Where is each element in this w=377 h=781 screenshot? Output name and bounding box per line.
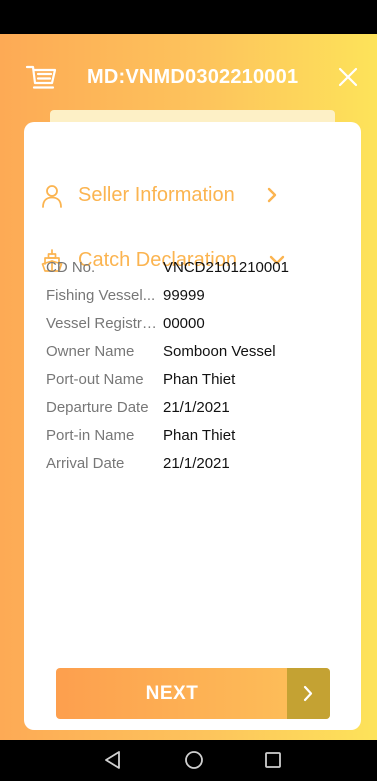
field-value: Somboon Vessel [163, 343, 276, 360]
field-label: Owner Name [46, 343, 135, 360]
field-row: Port-out Name Phan Thiet [46, 367, 346, 395]
catch-declaration-fields: CD No. VNCD2101210001 Fishing Vessel... … [46, 255, 346, 479]
field-value: Phan Thiet [163, 427, 236, 444]
field-row: Arrival Date 21/1/2021 [46, 451, 346, 479]
field-value: VNCD2101210001 [163, 259, 289, 276]
home-circle-icon[interactable] [183, 749, 205, 771]
next-arrow-box [287, 668, 330, 719]
close-icon[interactable] [338, 67, 358, 87]
field-label: Vessel Registra... [46, 315, 160, 332]
recents-square-icon[interactable] [262, 749, 284, 771]
field-row: Port-in Name Phan Thiet [46, 423, 346, 451]
field-row: Vessel Registra... 00000 [46, 311, 346, 339]
phone-screen: MD:VNMD0302210001 Seller Information Cat… [0, 0, 377, 781]
field-value: 00000 [163, 315, 205, 332]
back-triangle-icon[interactable] [102, 749, 124, 771]
field-label: Fishing Vessel... [46, 287, 156, 304]
field-label: CD No. [46, 259, 96, 276]
field-value: 99999 [163, 287, 205, 304]
cart-icon[interactable] [25, 63, 57, 91]
field-row: Owner Name Somboon Vessel [46, 339, 346, 367]
section-seller-information[interactable]: Seller Information [24, 178, 361, 212]
app-container: MD:VNMD0302210001 Seller Information Cat… [0, 34, 377, 740]
field-label: Port-in Name [46, 427, 135, 444]
system-nav-bar [0, 740, 377, 781]
field-row: Fishing Vessel... 99999 [46, 283, 346, 311]
field-label: Departure Date [46, 399, 149, 416]
page-title: MD:VNMD0302210001 [87, 66, 299, 88]
field-value: 21/1/2021 [163, 455, 230, 472]
field-row: Departure Date 21/1/2021 [46, 395, 346, 423]
field-value: Phan Thiet [163, 371, 236, 388]
card-backdrop [50, 110, 335, 122]
section-label: Seller Information [78, 184, 235, 206]
next-button[interactable]: NEXT [56, 668, 330, 719]
field-value: 21/1/2021 [163, 399, 230, 416]
details-card: Seller Information Catch Declaration CD … [24, 122, 361, 730]
header: MD:VNMD0302210001 [0, 34, 377, 120]
field-label: Port-out Name [46, 371, 144, 388]
field-label: Arrival Date [46, 455, 125, 472]
status-bar [0, 0, 377, 34]
chevron-right-icon [303, 685, 313, 702]
person-icon [42, 185, 62, 208]
chevron-right-icon [267, 187, 277, 203]
field-row: CD No. VNCD2101210001 [46, 255, 346, 283]
next-button-label: NEXT [145, 683, 199, 704]
